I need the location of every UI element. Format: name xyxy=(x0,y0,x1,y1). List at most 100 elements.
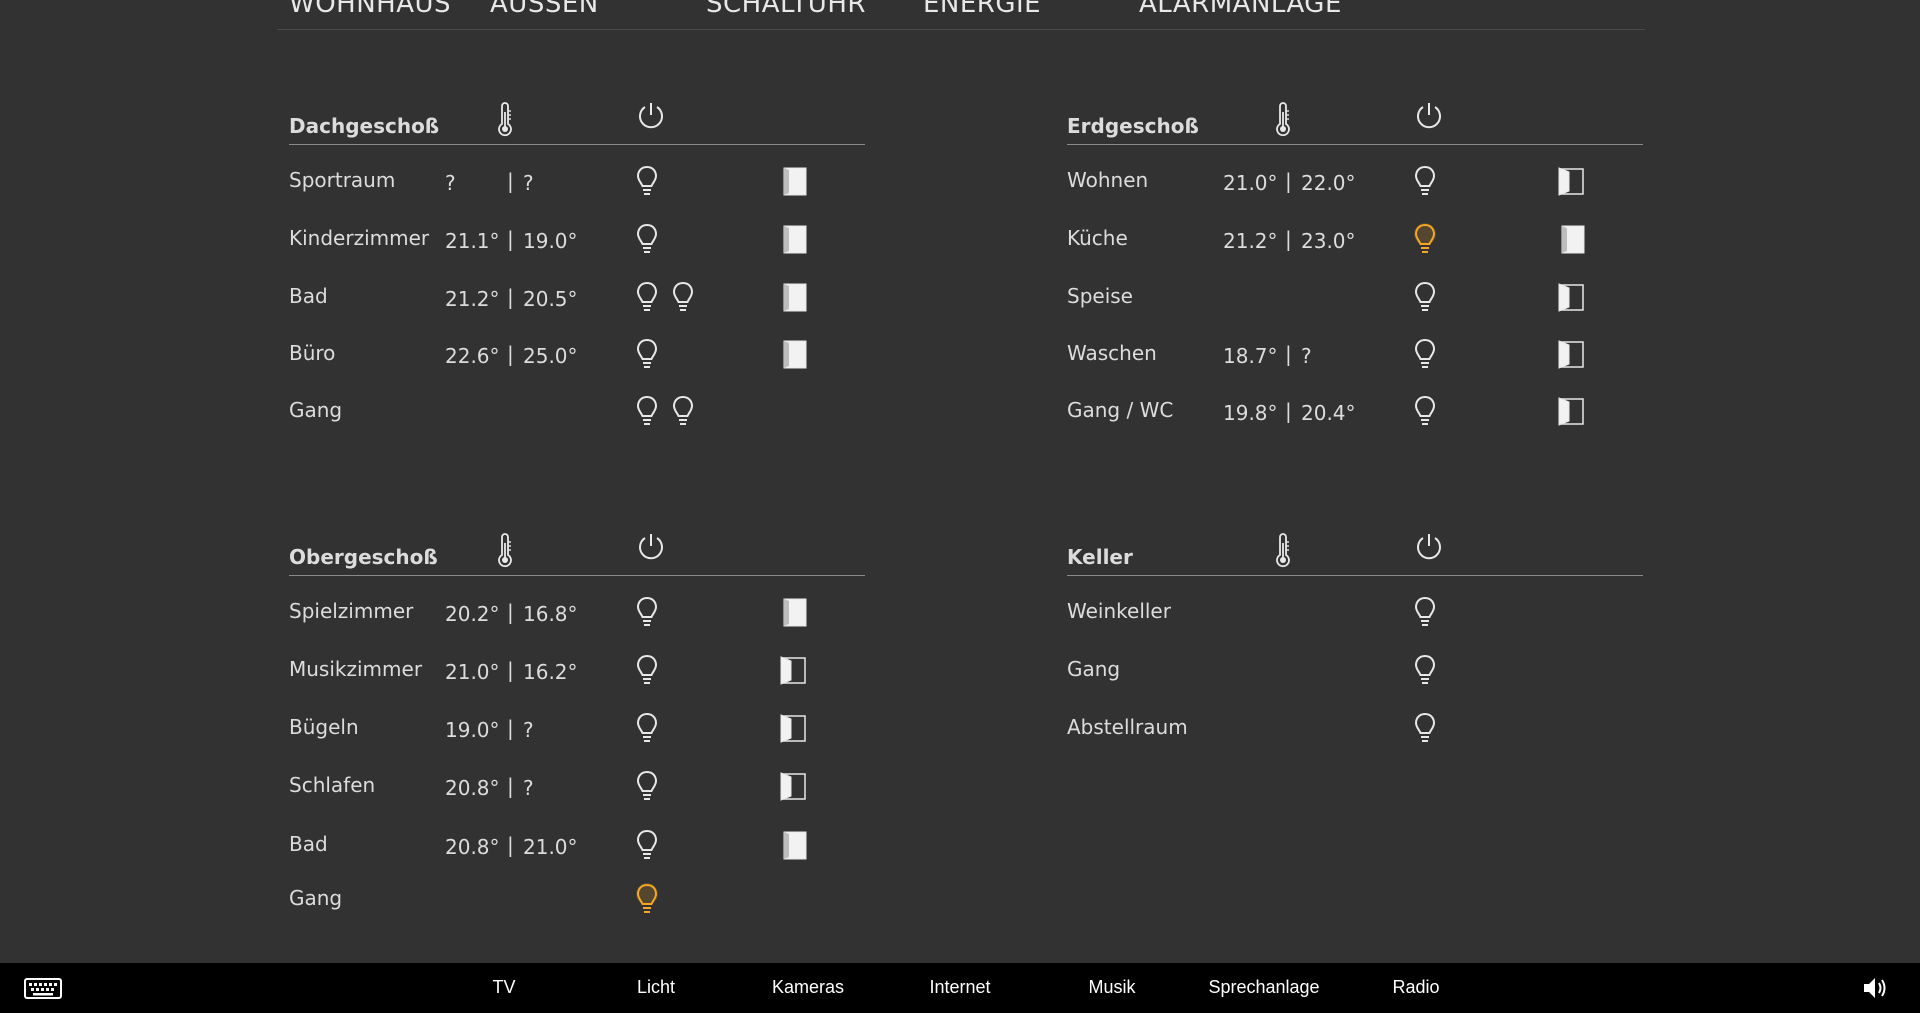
lightbulb-icon[interactable] xyxy=(633,711,661,747)
power-icon[interactable] xyxy=(635,100,667,132)
lightbulb-icon[interactable] xyxy=(633,769,661,805)
target-temperature[interactable]: 19.0° xyxy=(523,229,578,253)
lightbulb-on-icon[interactable] xyxy=(633,882,661,918)
shutter-open-icon[interactable] xyxy=(777,711,811,745)
lightbulb-icon[interactable] xyxy=(1411,394,1439,430)
lightbulb-icon[interactable] xyxy=(633,394,661,430)
shutter-closed-icon[interactable] xyxy=(777,828,811,862)
shutter-closed-icon[interactable] xyxy=(777,164,811,198)
lightbulb-icon[interactable] xyxy=(633,653,661,689)
power-icon[interactable] xyxy=(1413,100,1445,132)
lightbulb-icon[interactable] xyxy=(1411,711,1439,747)
current-temperature: 20.8° xyxy=(445,835,500,859)
speaker-volume-icon[interactable] xyxy=(1862,975,1890,1001)
bottom-tv[interactable]: TV xyxy=(492,977,515,998)
power-icon[interactable] xyxy=(1413,531,1445,563)
tab-alarmanlage[interactable]: ALARMANLAGE xyxy=(1139,0,1342,20)
room-name: Gang xyxy=(1067,657,1121,681)
shutter-open-icon[interactable] xyxy=(777,653,811,687)
lightbulb-icon[interactable] xyxy=(669,280,697,316)
lightbulb-icon[interactable] xyxy=(1411,595,1439,631)
top-navigation: WOHNHAUS AUSSEN SCHALTUHR ENERGIE ALARMA… xyxy=(277,0,1645,30)
room-name: Musikzimmer xyxy=(289,657,423,681)
shutter-open-icon[interactable] xyxy=(777,769,811,803)
shutter-open-icon[interactable] xyxy=(1555,280,1589,314)
lightbulb-icon[interactable] xyxy=(633,595,661,631)
target-temperature[interactable]: 20.5° xyxy=(523,287,578,311)
room-name: Gang xyxy=(289,398,343,422)
target-temperature[interactable]: ? xyxy=(523,718,534,742)
shutter-closed-icon[interactable] xyxy=(777,595,811,629)
bottom-licht[interactable]: Licht xyxy=(637,977,675,998)
shutter-closed-icon[interactable] xyxy=(777,280,811,314)
tab-aussen[interactable]: AUSSEN xyxy=(490,0,599,20)
shutter-open-icon[interactable] xyxy=(1555,394,1589,428)
keyboard-icon[interactable] xyxy=(24,976,62,1000)
target-temperature[interactable]: 20.4° xyxy=(1301,401,1356,425)
lightbulb-icon[interactable] xyxy=(633,280,661,316)
room-name: Weinkeller xyxy=(1067,599,1171,623)
bottom-internet[interactable]: Internet xyxy=(929,977,990,998)
room-row-bad: Bad 20.8° | 21.0° xyxy=(289,826,865,866)
lightbulb-icon[interactable] xyxy=(1411,280,1439,316)
room-name: Bügeln xyxy=(289,715,359,739)
section-dachgeschoss: Dachgeschoß Sportraum? | ? Kinderzimmer 2… xyxy=(289,98,865,425)
target-temperature[interactable]: 16.8° xyxy=(523,602,578,626)
temperature-separator: | xyxy=(507,774,514,798)
lightbulb-icon[interactable] xyxy=(633,337,661,373)
lightbulb-icon[interactable] xyxy=(633,222,661,258)
room-name: Waschen xyxy=(1067,341,1157,365)
target-temperature[interactable]: ? xyxy=(523,171,534,195)
temperature-separator: | xyxy=(507,716,514,740)
current-temperature: 21.2° xyxy=(445,287,500,311)
section-header: Erdgeschoß xyxy=(1067,98,1643,145)
tab-schaltuhr[interactable]: SCHALTUHR xyxy=(706,0,866,20)
lightbulb-icon[interactable] xyxy=(633,164,661,200)
thermometer-icon xyxy=(495,533,515,569)
lightbulb-icon[interactable] xyxy=(669,394,697,430)
section-obergeschoss: Obergeschoß Spielzimmer 20.2° | 16.8° Mus… xyxy=(289,529,865,913)
room-name: Abstellraum xyxy=(1067,715,1188,739)
target-temperature[interactable]: 25.0° xyxy=(523,344,578,368)
power-icon[interactable] xyxy=(635,531,667,563)
lightbulb-icon[interactable] xyxy=(1411,164,1439,200)
room-row-abstellraum: Abstellraum xyxy=(1067,709,1643,749)
room-row-gang: Gang xyxy=(289,392,865,432)
shutter-closed-icon[interactable] xyxy=(777,337,811,371)
current-temperature: 18.7° xyxy=(1223,344,1278,368)
lightbulb-icon[interactable] xyxy=(1411,653,1439,689)
target-temperature[interactable]: ? xyxy=(523,776,534,800)
room-row-speise: Speise xyxy=(1067,278,1643,318)
shutter-open-icon[interactable] xyxy=(1555,164,1589,198)
thermometer-icon xyxy=(1273,102,1293,138)
lightbulb-on-icon[interactable] xyxy=(1411,222,1439,258)
tab-energie[interactable]: ENERGIE xyxy=(923,0,1041,20)
room-name: Spielzimmer xyxy=(289,599,414,623)
target-temperature[interactable]: 16.2° xyxy=(523,660,578,684)
temperature-separator: | xyxy=(507,600,514,624)
target-temperature[interactable]: 21.0° xyxy=(523,835,578,859)
room-name: Wohnen xyxy=(1067,168,1149,192)
thermometer-icon xyxy=(1273,533,1293,569)
shutter-closed-icon[interactable] xyxy=(777,222,811,256)
shutter-open-icon[interactable] xyxy=(1555,337,1589,371)
target-temperature[interactable]: 23.0° xyxy=(1301,229,1356,253)
current-temperature: 20.2° xyxy=(445,602,500,626)
section-title: Dachgeschoß xyxy=(289,114,440,138)
bottom-sprechanlage[interactable]: Sprechanlage xyxy=(1208,977,1319,998)
bottom-radio[interactable]: Radio xyxy=(1392,977,1439,998)
tab-wohnhaus[interactable]: WOHNHAUS xyxy=(289,0,451,20)
lightbulb-icon[interactable] xyxy=(633,828,661,864)
temperature-separator: | xyxy=(507,285,514,309)
current-temperature: 22.6° xyxy=(445,344,500,368)
target-temperature[interactable]: 22.0° xyxy=(1301,171,1356,195)
room-name: Bad xyxy=(289,832,328,856)
target-temperature[interactable]: ? xyxy=(1301,344,1312,368)
section-title: Keller xyxy=(1067,545,1133,569)
bottom-kameras[interactable]: Kameras xyxy=(772,977,844,998)
temperature-separator: | xyxy=(1285,399,1292,423)
shutter-closed-icon[interactable] xyxy=(1555,222,1589,256)
bottom-musik[interactable]: Musik xyxy=(1088,977,1135,998)
current-temperature: 19.8° xyxy=(1223,401,1278,425)
lightbulb-icon[interactable] xyxy=(1411,337,1439,373)
